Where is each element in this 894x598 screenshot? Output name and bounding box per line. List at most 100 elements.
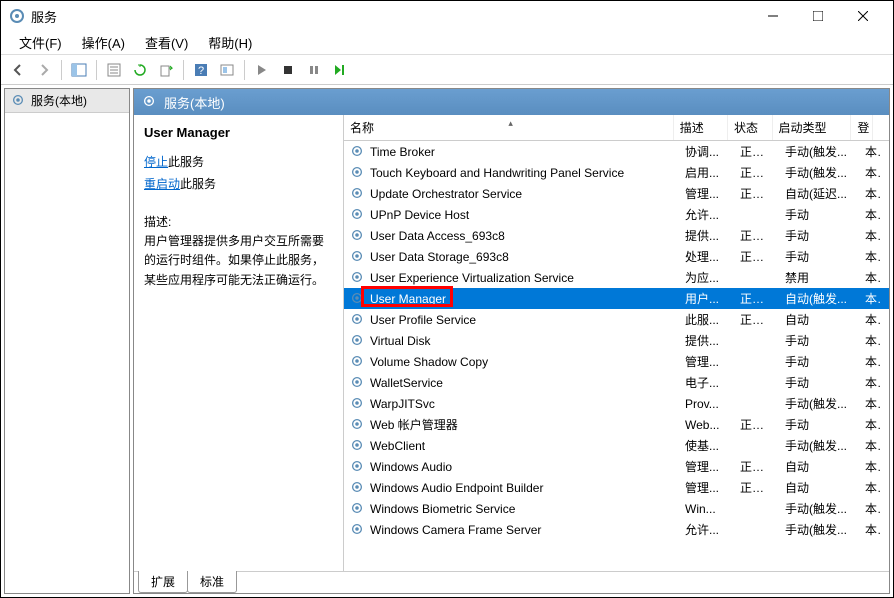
refresh-button[interactable] (128, 58, 152, 82)
maximize-button[interactable] (795, 2, 840, 31)
service-startup: 自动(触发... (779, 290, 859, 307)
service-startup: 手动(触发... (779, 143, 859, 160)
service-row[interactable]: User Data Storage_693c8处理...正在...手动本 (344, 246, 889, 267)
service-row[interactable]: WarpJITSvcProv...手动(触发...本 (344, 393, 889, 414)
pane-header-title: 服务(本地) (164, 93, 225, 112)
tab-standard[interactable]: 标准 (187, 571, 237, 593)
action-button[interactable] (215, 58, 239, 82)
service-desc: 此服... (679, 311, 734, 328)
gear-icon (350, 375, 366, 391)
service-row[interactable]: Update Orchestrator Service管理...正在...自动(… (344, 183, 889, 204)
services-window: 服务 文件(F) 操作(A) 查看(V) 帮助(H) ? (0, 0, 894, 598)
service-row[interactable]: Windows Biometric ServiceWin...手动(触发...本 (344, 498, 889, 519)
service-status: 正在... (734, 227, 779, 244)
service-row[interactable]: Windows Camera Frame Server允许...手动(触发...… (344, 519, 889, 540)
service-row[interactable]: User Data Access_693c8提供...正在...手动本 (344, 225, 889, 246)
gear-icon (11, 93, 27, 109)
gear-icon (350, 438, 366, 454)
gear-icon (350, 396, 366, 412)
service-status: 正在... (734, 311, 779, 328)
service-logon: 本 (859, 269, 881, 286)
help-button[interactable]: ? (189, 58, 213, 82)
gear-icon (350, 165, 366, 181)
column-logon[interactable]: 登 (851, 115, 873, 140)
service-row[interactable]: Web 帐户管理器Web...正在...手动本 (344, 414, 889, 435)
pane-header: 服务(本地) (134, 89, 889, 115)
service-logon: 本 (859, 227, 881, 244)
scroll-corner (873, 115, 889, 140)
gear-icon (350, 207, 366, 223)
tree-pane[interactable]: 服务(本地) (4, 88, 130, 594)
services-list: 名称▴ 描述 状态 启动类型 登 Time Broker协调...正在...手动… (344, 115, 889, 571)
gear-icon (350, 333, 366, 349)
properties-button[interactable] (102, 58, 126, 82)
menu-view[interactable]: 查看(V) (135, 31, 198, 54)
close-button[interactable] (840, 2, 885, 31)
export-button[interactable] (154, 58, 178, 82)
service-logon: 本 (859, 437, 881, 454)
list-body[interactable]: Time Broker协调...正在...手动(触发...本Touch Keyb… (344, 141, 889, 571)
service-name: Web 帐户管理器 (370, 416, 458, 433)
service-startup: 禁用 (779, 269, 859, 286)
tab-extended[interactable]: 扩展 (138, 571, 188, 593)
stop-link[interactable]: 停止 (144, 155, 168, 169)
service-startup: 自动 (779, 479, 859, 496)
svg-text:?: ? (198, 65, 204, 77)
column-startup-type[interactable]: 启动类型 (773, 115, 852, 140)
service-status: 正在... (734, 416, 779, 433)
service-row[interactable]: User Profile Service此服...正在...自动本 (344, 309, 889, 330)
menu-help[interactable]: 帮助(H) (198, 31, 262, 54)
start-service-button[interactable] (250, 58, 274, 82)
show-hide-tree-button[interactable] (67, 58, 91, 82)
service-startup: 手动 (779, 416, 859, 433)
service-logon: 本 (859, 248, 881, 265)
restart-link[interactable]: 重启动 (144, 177, 180, 191)
service-row[interactable]: UPnP Device Host允许...手动本 (344, 204, 889, 225)
service-name: User Data Access_693c8 (370, 229, 505, 243)
service-row[interactable]: Touch Keyboard and Handwriting Panel Ser… (344, 162, 889, 183)
service-desc: 允许... (679, 521, 734, 538)
service-desc: 管理... (679, 458, 734, 475)
service-logon: 本 (859, 416, 881, 433)
service-row[interactable]: WebClient使基...手动(触发...本 (344, 435, 889, 456)
service-row[interactable]: User Manager用户...正在...自动(触发...本 (344, 288, 889, 309)
gear-icon (350, 291, 366, 307)
service-logon: 本 (859, 500, 881, 517)
minimize-button[interactable] (750, 2, 795, 31)
menu-operate[interactable]: 操作(A) (72, 31, 135, 54)
service-row[interactable]: Windows Audio Endpoint Builder管理...正在...… (344, 477, 889, 498)
column-status[interactable]: 状态 (728, 115, 772, 140)
service-logon: 本 (859, 395, 881, 412)
stop-service-button[interactable] (276, 58, 300, 82)
sort-indicator: ▴ (508, 118, 513, 129)
service-logon: 本 (859, 332, 881, 349)
service-desc: 启用... (679, 164, 734, 181)
service-row[interactable]: User Experience Virtualization Service为应… (344, 267, 889, 288)
service-desc: 提供... (679, 332, 734, 349)
service-startup: 手动 (779, 332, 859, 349)
body: 服务(本地) 服务(本地) User Manager 停止此服务 重启动此服务 … (1, 85, 893, 597)
forward-button[interactable] (32, 58, 56, 82)
service-name: Windows Audio Endpoint Builder (370, 481, 543, 495)
tree-item-services-local[interactable]: 服务(本地) (5, 89, 129, 113)
service-row[interactable]: WalletService电子...手动本 (344, 372, 889, 393)
service-row[interactable]: Virtual Disk 提供... 手动本 (344, 330, 889, 351)
column-description[interactable]: 描述 (674, 115, 728, 140)
service-row[interactable]: Volume Shadow Copy管理...手动本 (344, 351, 889, 372)
column-name[interactable]: 名称▴ (344, 115, 674, 140)
pause-service-button[interactable] (302, 58, 326, 82)
service-logon: 本 (859, 458, 881, 475)
service-logon: 本 (859, 164, 881, 181)
stop-suffix: 此服务 (168, 155, 204, 169)
gear-icon (350, 480, 366, 496)
service-row[interactable]: Windows Audio管理...正在...自动本 (344, 456, 889, 477)
service-status: 正在... (734, 290, 779, 307)
gear-icon (350, 417, 366, 433)
service-row[interactable]: Time Broker协调...正在...手动(触发...本 (344, 141, 889, 162)
restart-service-button[interactable] (328, 58, 352, 82)
back-button[interactable] (6, 58, 30, 82)
service-startup: 手动(触发... (779, 437, 859, 454)
right-pane: 服务(本地) User Manager 停止此服务 重启动此服务 描述: 用户管… (133, 88, 890, 594)
service-name: Virtual Disk (370, 334, 430, 348)
menu-file[interactable]: 文件(F) (9, 31, 72, 54)
